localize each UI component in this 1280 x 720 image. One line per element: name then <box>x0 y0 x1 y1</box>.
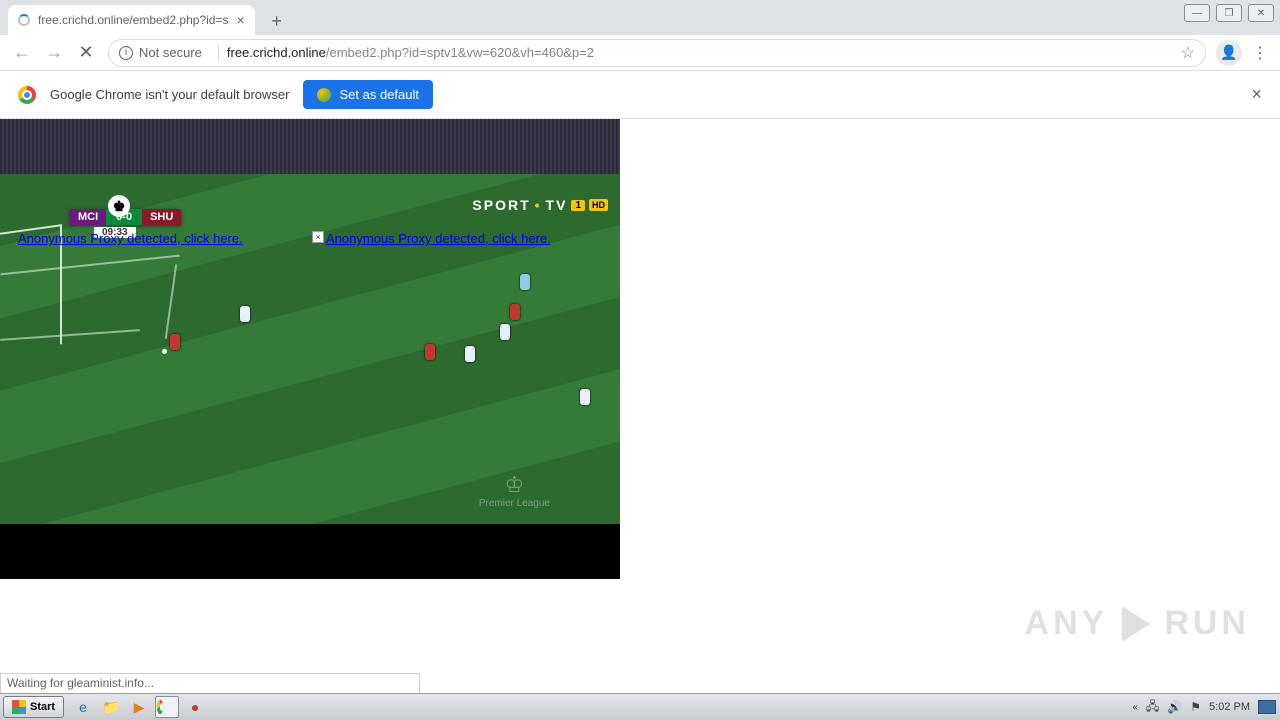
window-maximize-button[interactable]: ❐ <box>1216 4 1242 22</box>
address-bar[interactable]: i Not secure free.crichd.online/embed2.p… <box>108 39 1206 67</box>
omnibox-divider <box>218 45 219 61</box>
taskbar-opera-icon[interactable]: ● <box>183 696 207 718</box>
set-default-button[interactable]: Set as default <box>303 80 433 109</box>
taskbar-media-icon[interactable]: ▶ <box>127 696 151 718</box>
score-bug: ♚ MCI 0-0 SHU 09:33 <box>70 209 181 225</box>
show-desktop-button[interactable] <box>1258 700 1276 714</box>
security-label: Not secure <box>139 45 202 60</box>
play-icon <box>1122 606 1150 642</box>
url-text: free.crichd.online/embed2.php?id=sptv1&v… <box>227 45 594 60</box>
system-tray: « 🖧 🔊 ⚑ 5:02 PM <box>1132 697 1280 718</box>
video-player[interactable]: ♚ MCI 0-0 SHU 09:33 SPORT•TV 1 HD ♔ Prem… <box>0 119 620 579</box>
player-white <box>240 306 250 322</box>
tray-network-icon[interactable]: 🖧 <box>1146 697 1159 718</box>
player-white <box>465 346 475 362</box>
tab-loading-spinner-icon <box>18 14 30 26</box>
shield-icon <box>317 88 331 102</box>
ad-overlay-right: × Anonymous Proxy detected, click here. <box>312 231 551 246</box>
broadcaster-logo: SPORT•TV 1 HD <box>472 197 608 213</box>
player-white <box>500 324 510 340</box>
channel-badge: 1 <box>571 200 585 211</box>
profile-avatar[interactable]: 👤 <box>1216 40 1242 66</box>
ad-overlay-left: Anonymous Proxy detected, click here. <box>18 231 243 246</box>
page-content: ♚ MCI 0-0 SHU 09:33 SPORT•TV 1 HD ♔ Prem… <box>0 119 1280 693</box>
default-browser-infobar: Google Chrome isn't your default browser… <box>0 71 1280 119</box>
browser-toolbar: ← → ✕ i Not secure free.crichd.online/em… <box>0 35 1280 71</box>
chrome-menu-button[interactable]: ⋮ <box>1246 43 1274 63</box>
set-default-label: Set as default <box>339 87 419 102</box>
tray-expand-icon[interactable]: « <box>1132 702 1138 713</box>
bookmark-star-icon[interactable]: ☆ <box>1181 43 1195 63</box>
window-titlebar: free.crichd.online/embed2.php?id=s × + —… <box>0 0 1280 35</box>
proxy-link[interactable]: Anonymous Proxy detected, click here. <box>326 231 551 246</box>
window-minimize-button[interactable]: — <box>1184 4 1210 22</box>
back-button[interactable]: ← <box>6 37 38 69</box>
stop-reload-button[interactable]: ✕ <box>70 37 102 69</box>
taskbar-explorer-icon[interactable]: 📁 <box>99 696 123 718</box>
info-icon: i <box>119 46 133 60</box>
site-security-indicator[interactable]: i Not secure <box>119 45 202 60</box>
chrome-logo-icon <box>18 86 36 104</box>
forward-button[interactable]: → <box>38 37 70 69</box>
browser-tab[interactable]: free.crichd.online/embed2.php?id=s × <box>8 5 255 35</box>
anyrun-watermark: ANY RUN <box>1025 604 1250 643</box>
start-label: Start <box>30 701 55 713</box>
close-infobar-icon[interactable]: × <box>1251 84 1262 105</box>
windows-flag-icon <box>12 700 26 714</box>
tray-clock[interactable]: 5:02 PM <box>1209 701 1250 713</box>
team-a-code: MCI <box>70 209 106 225</box>
player-red <box>425 344 435 360</box>
windows-taskbar: Start e 📁 ▶ ● « 🖧 🔊 ⚑ 5:02 PM <box>0 693 1280 720</box>
premier-league-logo-icon: ♚ <box>108 195 130 217</box>
browser-status-bar: Waiting for gleaminist.info... <box>0 673 420 693</box>
start-button[interactable]: Start <box>3 696 64 718</box>
proxy-link[interactable]: Anonymous Proxy detected, click here. <box>18 231 243 246</box>
infobar-message: Google Chrome isn't your default browser <box>50 87 289 102</box>
tray-volume-icon[interactable]: 🔊 <box>1167 700 1182 714</box>
tab-title: free.crichd.online/embed2.php?id=s <box>38 13 228 27</box>
hd-badge: HD <box>589 199 608 211</box>
window-close-button[interactable]: ✕ <box>1248 4 1274 22</box>
league-watermark: ♔ Premier League <box>479 472 550 509</box>
close-ad-icon[interactable]: × <box>312 231 324 243</box>
tray-flag-icon[interactable]: ⚑ <box>1190 700 1201 714</box>
football <box>162 349 167 354</box>
team-b-code: SHU <box>142 209 181 225</box>
player-red <box>510 304 520 320</box>
status-text: Waiting for gleaminist.info... <box>7 676 154 690</box>
taskbar-ie-icon[interactable]: e <box>71 696 95 718</box>
new-tab-button[interactable]: + <box>263 7 291 35</box>
player-sky <box>520 274 530 290</box>
player-red <box>170 334 180 350</box>
taskbar-chrome-icon[interactable] <box>155 696 179 718</box>
close-tab-icon[interactable]: × <box>236 12 244 28</box>
player-white <box>580 389 590 405</box>
